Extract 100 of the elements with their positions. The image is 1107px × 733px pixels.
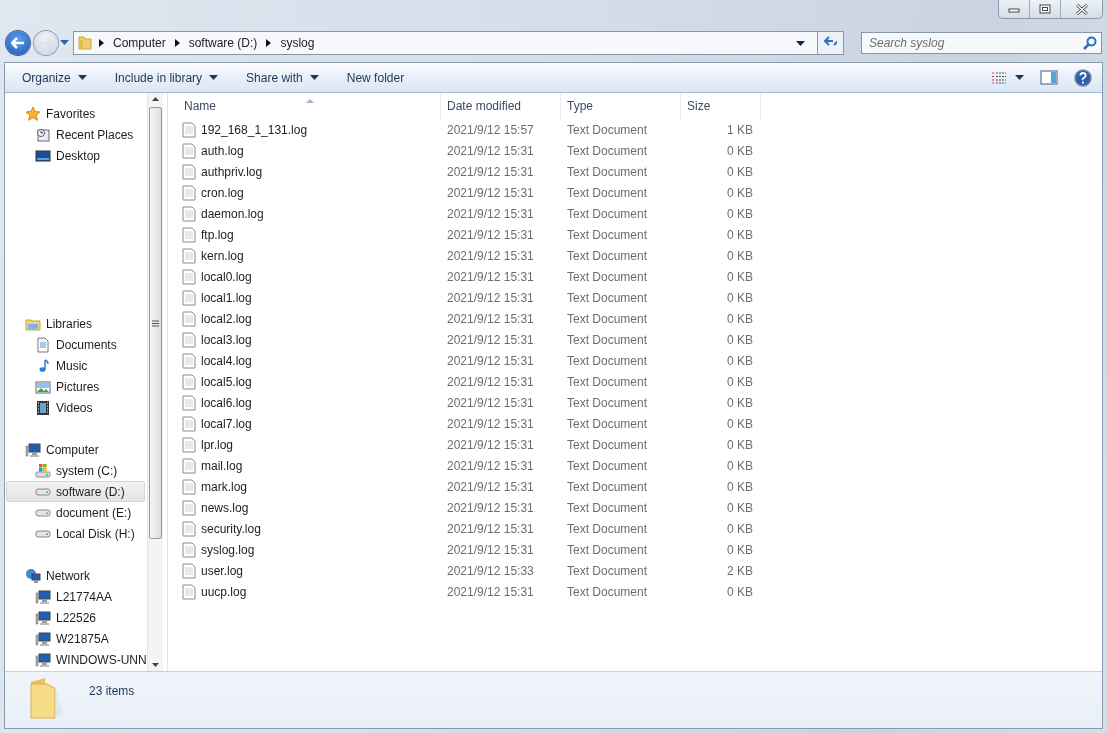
scrollbar[interactable]: [147, 93, 163, 671]
toolbar-button[interactable]: Organize: [12, 66, 97, 89]
caret-icon: [309, 75, 319, 80]
sidebar-item[interactable]: system (C:): [6, 460, 145, 481]
column-header[interactable]: Date modified: [441, 93, 561, 119]
sidebar-item[interactable]: L22526: [6, 607, 145, 628]
file-name[interactable]: mail.log: [201, 458, 243, 473]
file-type: Text Document: [566, 164, 649, 179]
file-size: 2 KB: [726, 563, 754, 578]
file-name[interactable]: local3.log: [201, 332, 252, 347]
file-type: Text Document: [566, 542, 649, 557]
breadcrumb[interactable]: software (D:): [185, 36, 261, 50]
sidebar-group-header[interactable]: Favorites: [6, 103, 145, 124]
file-name[interactable]: local1.log: [201, 290, 252, 305]
sidebar-group-header[interactable]: Computer: [6, 439, 145, 460]
text-file-icon: [182, 121, 196, 138]
caret-icon: [60, 40, 69, 46]
file-name[interactable]: local6.log: [201, 395, 252, 410]
sidebar-item[interactable]: software (D:): [6, 481, 145, 502]
date-modified: 2021/9/12 15:31: [446, 332, 535, 347]
text-file-icon: [182, 247, 196, 264]
toolbar-button[interactable]: New folder: [336, 66, 415, 89]
file-name[interactable]: syslog.log: [201, 542, 255, 557]
search-icon: [1083, 36, 1097, 50]
file-type: Text Document: [566, 458, 649, 473]
refresh-button[interactable]: [817, 32, 843, 54]
sidebar-item[interactable]: Local Disk (H:): [6, 523, 145, 544]
sidebar-group-header[interactable]: Network: [6, 565, 145, 586]
recent-pages-button[interactable]: [58, 40, 71, 46]
file-size: 0 KB: [726, 332, 754, 347]
file-name[interactable]: lpr.log: [201, 437, 234, 452]
toolbar-button[interactable]: Share with: [236, 66, 329, 89]
date-modified: 2021/9/12 15:31: [446, 185, 535, 200]
text-file-icon: [182, 205, 196, 222]
sidebar-item[interactable]: Music: [6, 355, 145, 376]
file-name[interactable]: 192_168_1_131.log: [201, 122, 308, 137]
sidebar-item[interactable]: Recent Places: [6, 124, 145, 145]
date-modified: 2021/9/12 15:31: [446, 479, 535, 494]
file-type: Text Document: [566, 332, 649, 347]
date-modified: 2021/9/12 15:31: [446, 206, 535, 221]
sidebar-item[interactable]: W21875A: [6, 628, 145, 649]
text-file-icon: [182, 352, 196, 369]
file-name[interactable]: user.log: [201, 563, 244, 578]
help-icon: [1074, 68, 1092, 87]
file-type: Text Document: [566, 395, 649, 410]
back-button[interactable]: [6, 31, 30, 55]
file-name[interactable]: local0.log: [201, 269, 252, 284]
sidebar-group-header[interactable]: Libraries: [6, 313, 145, 334]
file-size: 0 KB: [726, 143, 754, 158]
file-size: 0 KB: [726, 164, 754, 179]
file-name[interactable]: cron.log: [201, 185, 244, 200]
file-size: 0 KB: [726, 500, 754, 515]
file-name[interactable]: security.log: [201, 521, 261, 536]
drive-icon: [35, 529, 51, 538]
file-size: 0 KB: [726, 458, 754, 473]
file-name[interactable]: news.log: [201, 500, 249, 515]
file-name[interactable]: authpriv.log: [201, 164, 263, 179]
text-file-icon: [182, 268, 196, 285]
file-name[interactable]: mark.log: [201, 479, 247, 494]
file-name[interactable]: local7.log: [201, 416, 252, 431]
file-type: Text Document: [566, 248, 649, 263]
file-type: Text Document: [566, 143, 649, 158]
sidebar-item[interactable]: Documents: [6, 334, 145, 355]
caret-icon: [77, 75, 87, 80]
grip-icon: [152, 319, 159, 327]
date-modified: 2021/9/12 15:31: [446, 395, 535, 410]
sidebar-item[interactable]: WINDOWS-UNN: [6, 649, 145, 670]
file-name[interactable]: local5.log: [201, 374, 252, 389]
file-type: Text Document: [566, 206, 649, 221]
minimize-icon: [1008, 5, 1020, 13]
text-file-icon: [182, 331, 196, 348]
column-header[interactable]: Size: [681, 93, 761, 119]
date-modified: 2021/9/12 15:31: [446, 227, 535, 242]
file-size: 0 KB: [726, 542, 754, 557]
file-name[interactable]: kern.log: [201, 248, 244, 263]
search-field[interactable]: Search syslog: [861, 32, 1102, 54]
computer-icon: [25, 441, 41, 458]
computer-icon: [35, 588, 51, 605]
address-bar[interactable]: Computer software (D:) syslog: [73, 31, 844, 55]
breadcrumb[interactable]: syslog: [277, 36, 318, 50]
file-name[interactable]: local4.log: [201, 353, 252, 368]
sidebar-item[interactable]: Desktop: [6, 145, 145, 166]
toolbar-button[interactable]: Include in library: [104, 66, 229, 89]
sidebar-item[interactable]: L21774AA: [6, 586, 145, 607]
sidebar-item[interactable]: document (E:): [6, 502, 145, 523]
column-header[interactable]: Type: [561, 93, 681, 119]
scroll-thumb[interactable]: [149, 107, 162, 539]
sort-ascending-icon: [306, 99, 314, 103]
file-name[interactable]: daemon.log: [201, 206, 264, 221]
file-type: Text Document: [566, 185, 649, 200]
file-name[interactable]: auth.log: [201, 143, 244, 158]
sidebar-item[interactable]: Videos: [6, 397, 145, 418]
folder-icon: [77, 35, 93, 51]
chevron-icon: [99, 39, 104, 47]
file-name[interactable]: uucp.log: [201, 584, 247, 599]
breadcrumb[interactable]: Computer: [110, 36, 169, 50]
file-type: Text Document: [566, 500, 649, 515]
file-name[interactable]: local2.log: [201, 311, 252, 326]
sidebar-item[interactable]: Pictures: [6, 376, 145, 397]
file-name[interactable]: ftp.log: [201, 227, 234, 242]
